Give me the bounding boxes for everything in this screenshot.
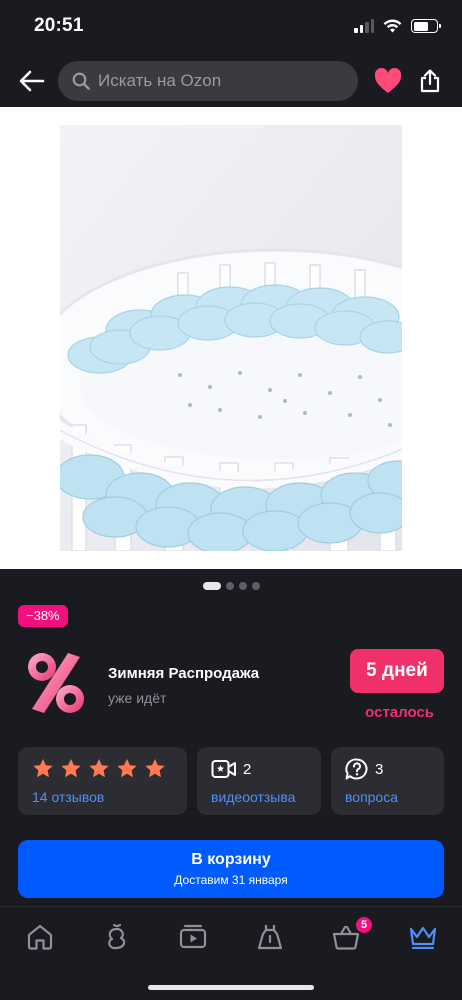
favorite-button[interactable]: [374, 67, 402, 95]
home-indicator: [148, 985, 314, 990]
star-icon: [61, 758, 81, 777]
status-bar: 20:51: [0, 0, 462, 52]
questions-link[interactable]: вопроса: [345, 789, 398, 805]
days-left-badge: 5 дней: [350, 649, 444, 693]
delivery-date: Доставим 31 января: [174, 873, 288, 887]
tab-fashion[interactable]: [254, 921, 286, 953]
reviews-link[interactable]: 14 отзывов: [32, 789, 104, 805]
product-gallery[interactable]: [0, 107, 462, 569]
question-bubble-icon: [345, 758, 368, 780]
video-reviews-link[interactable]: видеоотзыва: [211, 789, 295, 805]
tab-home[interactable]: [24, 921, 56, 953]
product-image[interactable]: [60, 125, 402, 551]
days-left-label: осталось: [365, 704, 434, 721]
questions-card[interactable]: 3 вопроса: [331, 747, 444, 815]
star-icon: [145, 758, 165, 777]
star-icon: [33, 758, 53, 777]
pager-dot[interactable]: [251, 582, 260, 590]
add-to-cart-label: В корзину: [191, 851, 271, 868]
share-button[interactable]: [416, 67, 444, 95]
share-icon: [420, 69, 440, 93]
promo-subtitle: уже идёт: [108, 690, 167, 706]
video-count: 2: [243, 760, 252, 778]
search-input[interactable]: Искать на Ozon: [58, 61, 358, 101]
crib-bumper-photo: [60, 125, 402, 551]
tab-fresh[interactable]: [101, 921, 133, 953]
pager-dot[interactable]: [225, 582, 234, 590]
pager-dot-active[interactable]: [202, 582, 221, 590]
search-icon: [72, 72, 90, 90]
star-icon: [89, 758, 109, 777]
top-bar: Искать на Ozon: [0, 58, 462, 104]
video-reviews-card[interactable]: 2 видеоотзыва: [197, 747, 321, 815]
home-icon: [27, 924, 53, 950]
pager-dot[interactable]: [238, 582, 247, 590]
back-button[interactable]: [18, 67, 46, 95]
wifi-icon: [383, 19, 402, 33]
heart-icon: [374, 68, 402, 93]
percent-icon: [28, 653, 84, 713]
cart-count-badge: 5: [354, 915, 374, 935]
fresh-icon: [108, 923, 126, 950]
search-placeholder: Искать на Ozon: [98, 71, 222, 90]
battery-icon: [411, 19, 441, 33]
status-time: 20:51: [34, 15, 84, 36]
discount-badge: −38%: [18, 605, 68, 627]
premium-crown-icon: [409, 926, 437, 949]
tab-video[interactable]: [177, 921, 209, 953]
gallery-pager: [0, 582, 462, 590]
review-cards: 14 отзывов 2 видеоотзыва 3 вопроса: [18, 747, 444, 815]
sale-promo-banner[interactable]: Зимняя Распродажа уже идёт 5 дней остало…: [18, 643, 444, 723]
status-icons: [354, 19, 441, 33]
add-to-cart-button[interactable]: В корзину Доставим 31 января: [18, 840, 444, 898]
promo-title: Зимняя Распродажа: [108, 665, 260, 682]
video-camera-icon: [211, 760, 236, 778]
back-arrow-icon: [19, 70, 45, 92]
video-icon: [179, 924, 207, 949]
rating-card[interactable]: 14 отзывов: [18, 747, 187, 815]
questions-count: 3: [375, 760, 384, 778]
dress-icon: [257, 925, 283, 950]
cellular-signal-icon: [354, 19, 374, 33]
star-icon: [117, 758, 137, 777]
rating-stars: [32, 757, 173, 779]
tab-premium[interactable]: [407, 921, 439, 953]
